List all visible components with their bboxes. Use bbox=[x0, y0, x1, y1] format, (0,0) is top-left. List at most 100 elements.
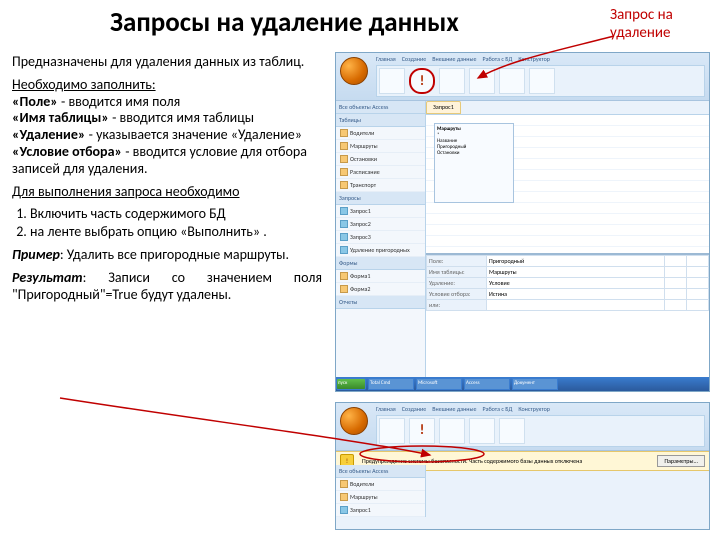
query-icon bbox=[340, 233, 348, 241]
nav-item[interactable]: Форма2 bbox=[336, 283, 425, 296]
example-label: Пример bbox=[12, 246, 60, 263]
ribbon-button[interactable] bbox=[499, 418, 525, 444]
nav-header: Все объекты Access bbox=[336, 465, 425, 478]
nav-group-queries[interactable]: Запросы bbox=[336, 192, 425, 205]
taskbar-item[interactable]: Microsoft bbox=[416, 378, 462, 390]
qbe-grid[interactable]: Поле:Пригородный Имя таблицы:Маршруты Уд… bbox=[426, 255, 709, 355]
qbe-row-label: Имя таблицы: bbox=[427, 267, 487, 278]
field-list-box[interactable]: Маршруты * Название Пригородный Остановк… bbox=[434, 123, 514, 203]
table-icon bbox=[340, 155, 348, 163]
table-icon bbox=[340, 129, 348, 137]
step-2: на ленте выбрать опцию «Выполнить» . bbox=[30, 224, 322, 241]
query-icon bbox=[340, 506, 348, 514]
qbe-top-pane[interactable]: Маршруты * Название Пригородный Остановк… bbox=[426, 115, 709, 255]
field-delete-text: - указывается значение «Удаление» bbox=[85, 126, 301, 143]
ribbon-button[interactable] bbox=[469, 418, 495, 444]
table-icon bbox=[340, 142, 348, 150]
nav-item[interactable]: Маршруты bbox=[336, 491, 425, 504]
field-list-item[interactable]: Остановки bbox=[437, 150, 459, 156]
ribbon-toolbar bbox=[376, 415, 705, 447]
qbe-cell[interactable] bbox=[487, 300, 665, 311]
taskbar-item[interactable]: Total Cmd bbox=[368, 378, 414, 390]
nav-item[interactable]: Форма1 bbox=[336, 270, 425, 283]
table-icon bbox=[340, 181, 348, 189]
ribbon-tab[interactable]: Главная bbox=[376, 405, 396, 413]
office-button-icon[interactable] bbox=[340, 57, 368, 85]
qbe-cell[interactable]: Условие bbox=[487, 278, 665, 289]
qbe-row-label: или: bbox=[427, 300, 487, 311]
ribbon-toolbar bbox=[376, 65, 705, 97]
query-icon bbox=[340, 207, 348, 215]
intro-paragraph: Предназначены для удаления данных из таб… bbox=[12, 54, 322, 71]
form-icon bbox=[340, 285, 348, 293]
ribbon-button[interactable] bbox=[439, 418, 465, 444]
start-button[interactable]: пуск bbox=[336, 378, 366, 390]
table-icon bbox=[340, 168, 348, 176]
run-button[interactable] bbox=[409, 68, 435, 94]
nav-item[interactable]: Водители bbox=[336, 127, 425, 140]
qbe-row-label: Удаление: bbox=[427, 278, 487, 289]
field-tablename-label: «Имя таблицы» bbox=[12, 109, 109, 126]
nav-header: Все объекты Access bbox=[336, 101, 425, 114]
field-pole-label: «Поле» bbox=[12, 93, 58, 110]
nav-group-reports[interactable]: Отчеты bbox=[336, 296, 425, 309]
form-icon bbox=[340, 272, 348, 280]
ribbon-button[interactable] bbox=[499, 68, 525, 94]
body-text-column: Предназначены для удаления данных из таб… bbox=[12, 48, 322, 309]
nav-item[interactable]: Удаление пригородных bbox=[336, 244, 425, 257]
nav-item[interactable]: Транспорт bbox=[336, 179, 425, 192]
nav-item[interactable]: Водители bbox=[336, 478, 425, 491]
ribbon-tab[interactable]: Конструктор bbox=[518, 55, 550, 63]
ribbon-button[interactable] bbox=[379, 68, 405, 94]
ribbon-button[interactable] bbox=[439, 68, 465, 94]
qbe-row-label: Условие отбора: bbox=[427, 289, 487, 300]
qbe-cell[interactable]: Пригородный bbox=[487, 256, 665, 267]
ribbon-tab[interactable]: Создание bbox=[402, 55, 427, 63]
navigation-pane[interactable]: Все объекты Access Таблицы Водители Марш… bbox=[336, 101, 426, 379]
ribbon-tab[interactable]: Внешние данные bbox=[432, 55, 476, 63]
nav-item[interactable]: Маршруты bbox=[336, 140, 425, 153]
need-header: Необходимо заполнить: bbox=[12, 76, 156, 93]
windows-taskbar: пуск Total Cmd Microsoft Access Документ bbox=[335, 377, 710, 391]
ribbon-tab[interactable]: Главная bbox=[376, 55, 396, 63]
nav-item[interactable]: Запрос1 bbox=[336, 205, 425, 218]
nav-group-forms[interactable]: Формы bbox=[336, 257, 425, 270]
run-header: Для выполнения запроса необходимо bbox=[12, 183, 240, 200]
ribbon-tabs: Главная Создание Внешние данные Работа с… bbox=[376, 405, 705, 413]
query-icon bbox=[340, 220, 348, 228]
office-button-icon[interactable] bbox=[340, 407, 368, 435]
nav-item[interactable]: Запрос2 bbox=[336, 218, 425, 231]
qbe-cell[interactable]: Истина bbox=[487, 289, 665, 300]
qbe-cell[interactable]: Маршруты bbox=[487, 267, 665, 278]
steps-list: Включить часть содержимого БД на ленте в… bbox=[30, 206, 322, 241]
run-button[interactable] bbox=[409, 418, 435, 444]
ribbon-tab[interactable]: Работа с БД bbox=[483, 405, 513, 413]
nav-item[interactable]: Остановки bbox=[336, 153, 425, 166]
taskbar-item[interactable]: Access bbox=[464, 378, 510, 390]
result-label: Результат bbox=[12, 269, 83, 286]
document-tab[interactable]: Запрос1 bbox=[426, 101, 461, 114]
ribbon-tab[interactable]: Конструктор bbox=[518, 405, 550, 413]
access-screenshot-warning: Главная Создание Внешние данные Работа с… bbox=[335, 402, 710, 530]
ribbon: Главная Создание Внешние данные Работа с… bbox=[336, 403, 709, 451]
field-delete-label: «Удаление» bbox=[12, 126, 85, 143]
navigation-pane[interactable]: Все объекты Access Водители Маршруты Зап… bbox=[336, 465, 426, 517]
security-warning-text: Предупреждение системы безопасности. Час… bbox=[362, 457, 582, 465]
nav-item[interactable]: Запрос1 bbox=[336, 504, 425, 517]
ribbon-button[interactable] bbox=[529, 68, 555, 94]
taskbar-item[interactable]: Документ bbox=[512, 378, 558, 390]
ribbon-tab[interactable]: Создание bbox=[402, 405, 427, 413]
ribbon-button[interactable] bbox=[469, 68, 495, 94]
field-tablename-text: - вводится имя таблицы bbox=[109, 109, 254, 126]
nav-group-tables[interactable]: Таблицы bbox=[336, 114, 425, 127]
nav-item[interactable]: Расписание bbox=[336, 166, 425, 179]
work-area: Запрос1 Маршруты * Название Пригородный … bbox=[426, 101, 709, 379]
corner-label: Запрос на удаление bbox=[610, 6, 710, 42]
example-text: : Удалить все пригородные маршруты. bbox=[60, 246, 289, 263]
ribbon-tab[interactable]: Внешние данные bbox=[432, 405, 476, 413]
ribbon-tab[interactable]: Работа с БД bbox=[483, 55, 513, 63]
options-button[interactable]: Параметры... bbox=[657, 455, 705, 467]
nav-item[interactable]: Запрос3 bbox=[336, 231, 425, 244]
step-1: Включить часть содержимого БД bbox=[30, 206, 322, 223]
ribbon-button[interactable] bbox=[379, 418, 405, 444]
